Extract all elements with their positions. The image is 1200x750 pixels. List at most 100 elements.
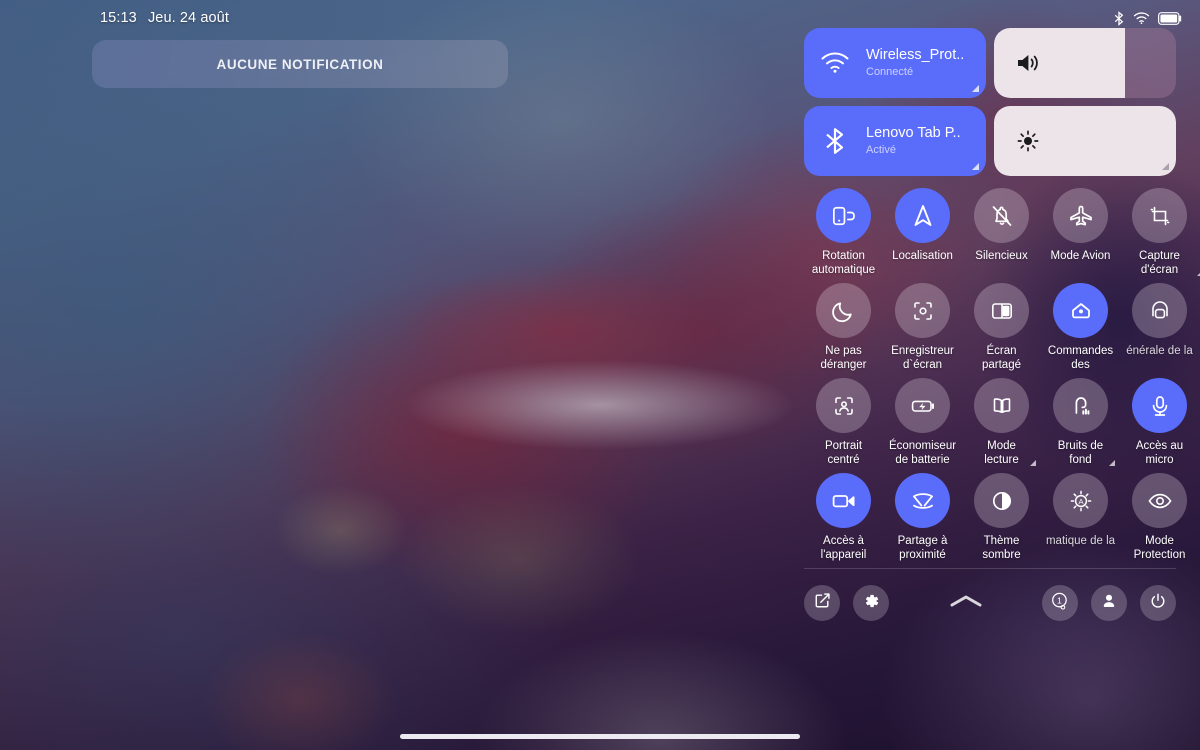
- edit-tiles-button[interactable]: [804, 585, 840, 621]
- tile-mode-protection[interactable]: Mode Protection: [1120, 473, 1199, 562]
- tile-label: énérale de la: [1126, 345, 1193, 357]
- bottom-bar-middle-group: [889, 585, 1042, 621]
- tile-rotation-automatique[interactable]: Rotation automatique: [804, 188, 883, 277]
- tile-theme-sombre[interactable]: Thème sombre: [962, 473, 1041, 562]
- split-screen-icon: [974, 283, 1029, 338]
- tile-silencieux[interactable]: Silencieux: [962, 188, 1041, 277]
- ambient-sound-icon: [1053, 378, 1108, 433]
- quick-settings-grid: Rotation automatique Localisation Silenc…: [804, 188, 1200, 562]
- reading-mode-expand-corner-icon[interactable]: [1030, 460, 1036, 466]
- tile-bruits-de-fond[interactable]: Bruits de fond: [1041, 378, 1120, 467]
- svg-text:A: A: [1078, 497, 1084, 506]
- battery-saver-icon: [895, 378, 950, 433]
- dark-theme-icon: [974, 473, 1029, 528]
- power-icon: [1149, 592, 1167, 615]
- tile-commandes-des[interactable]: Commandes des: [1041, 283, 1120, 372]
- tile-cast-truncated[interactable]: énérale de la: [1120, 283, 1199, 372]
- clock-date: Jeu. 24 août: [147, 10, 229, 26]
- wifi-tile[interactable]: Wireless_Prot.. Connecté: [804, 28, 986, 98]
- wifi-status: Connecté: [866, 65, 914, 78]
- tile-label: Portrait centré: [824, 440, 863, 466]
- bluetooth-status: Activé: [866, 143, 896, 156]
- airplane-icon: [1053, 188, 1108, 243]
- control-center-panel: Wireless_Prot.. Connecté Lenovo Tab P.. …: [780, 0, 1200, 750]
- edit-icon: [814, 592, 831, 614]
- tile-localisation[interactable]: Localisation: [883, 188, 962, 277]
- bluetooth-tile[interactable]: Lenovo Tab P.. Activé: [804, 106, 986, 176]
- tile-economiseur-de-batterie[interactable]: Économiseur de batterie: [883, 378, 962, 467]
- bottom-bar-right-group: 1: [1042, 585, 1176, 621]
- tile-mode-lecture[interactable]: Mode lecture: [962, 378, 1041, 467]
- user-button[interactable]: [1091, 585, 1127, 621]
- tile-ecran-partage[interactable]: Écran partagé: [962, 283, 1041, 372]
- svg-text:1: 1: [1057, 595, 1062, 605]
- home-indicator[interactable]: [400, 734, 800, 739]
- quick-settings-row: Accès à l'appareil Partage à proximité T…: [804, 473, 1187, 562]
- home-controls-icon: [1053, 283, 1108, 338]
- book-icon: [974, 378, 1029, 433]
- tile-label: Ne pas déranger: [820, 345, 867, 371]
- wifi-icon: [804, 51, 866, 75]
- tile-ne-pas-deranger[interactable]: Ne pas déranger: [804, 283, 883, 372]
- clock-time: 15:13: [100, 10, 137, 26]
- tile-label: Silencieux: [975, 250, 1028, 262]
- panel-divider: [804, 568, 1176, 569]
- screenshot-crop-icon: [1132, 188, 1187, 243]
- moon-icon: [816, 283, 871, 338]
- tile-label: Mode Protection: [1133, 535, 1186, 561]
- brightness-expand-corner-icon[interactable]: [1162, 163, 1169, 170]
- person-icon: [1100, 592, 1118, 615]
- quick-settings-row: Ne pas déranger Enregistreur d`écran Écr…: [804, 283, 1193, 372]
- wifi-expand-corner-icon[interactable]: [972, 85, 979, 92]
- tile-portrait-centre[interactable]: Portrait centré: [804, 378, 883, 467]
- running-apps-badge-icon: 1: [1050, 591, 1070, 616]
- tile-acces-a-lappareil[interactable]: Accès à l'appareil: [804, 473, 883, 562]
- center-portrait-icon: [816, 378, 871, 433]
- tile-auto-brightness-truncated[interactable]: A matique de la: [1041, 473, 1120, 562]
- auto-brightness-icon: A: [1053, 473, 1108, 528]
- volume-icon: [1016, 52, 1042, 74]
- bottom-bar-left-group: [804, 585, 889, 621]
- wifi-network-name: Wireless_Prot..: [866, 46, 965, 63]
- tile-label: Accès au micro: [1135, 440, 1184, 466]
- microphone-icon: [1132, 378, 1187, 433]
- bluetooth-icon: [804, 126, 866, 156]
- brightness-icon: [1016, 129, 1040, 153]
- brightness-slider[interactable]: [994, 106, 1176, 176]
- tile-mode-avion[interactable]: Mode Avion: [1041, 188, 1120, 277]
- control-center-bottom-bar: 1: [804, 580, 1176, 626]
- tile-label: matique de la: [1045, 535, 1116, 547]
- camera-access-icon: [816, 473, 871, 528]
- volume-slider-fill: [994, 28, 1126, 98]
- tile-label: Économiseur de batterie: [888, 440, 957, 466]
- bluetooth-expand-corner-icon[interactable]: [972, 163, 979, 170]
- connectivity-row-wifi-volume: Wireless_Prot.. Connecté: [804, 28, 1176, 98]
- tile-label: Accès à l'appareil: [820, 535, 867, 561]
- collapse-panel-button[interactable]: [948, 585, 984, 621]
- tile-enregistreur-decran[interactable]: Enregistreur d`écran: [883, 283, 962, 372]
- settings-button[interactable]: [853, 585, 889, 621]
- nearby-share-icon: [895, 473, 950, 528]
- no-notification-banner[interactable]: AUCUNE NOTIFICATION: [92, 40, 508, 88]
- bluetooth-device-name: Lenovo Tab P..: [866, 124, 961, 141]
- tile-label: Enregistreur d`écran: [891, 345, 954, 371]
- status-bar-clock: 15:13 Jeu. 24 août: [100, 10, 229, 26]
- running-apps-button[interactable]: 1: [1042, 585, 1078, 621]
- quick-settings-row: Rotation automatique Localisation Silenc…: [804, 188, 1200, 277]
- power-button[interactable]: [1140, 585, 1176, 621]
- ambient-sound-expand-corner-icon[interactable]: [1109, 460, 1115, 466]
- screen-record-icon: [895, 283, 950, 338]
- wifi-tile-text: Wireless_Prot.. Connecté: [866, 47, 964, 80]
- tile-partage-a-proximite[interactable]: Partage à proximité: [883, 473, 962, 562]
- gear-icon: [862, 592, 880, 615]
- chevron-up-icon: [948, 592, 984, 615]
- auto-rotate-icon: [816, 188, 871, 243]
- tile-capture-decran[interactable]: Capture d'écran: [1120, 188, 1200, 277]
- eye-protection-icon: [1132, 473, 1187, 528]
- bluetooth-tile-text: Lenovo Tab P.. Activé: [866, 125, 961, 158]
- no-notification-label: AUCUNE NOTIFICATION: [216, 56, 384, 72]
- bell-off-icon: [974, 188, 1029, 243]
- tile-label: Localisation: [892, 250, 953, 262]
- tile-acces-au-micro[interactable]: Accès au micro: [1120, 378, 1199, 467]
- volume-slider[interactable]: [994, 28, 1176, 98]
